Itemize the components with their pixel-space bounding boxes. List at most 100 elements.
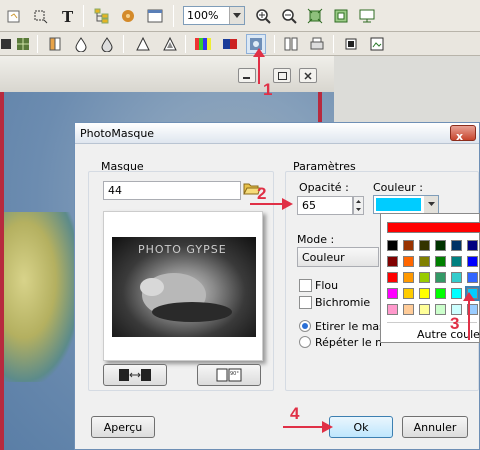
color-swatch[interactable] [419, 272, 430, 283]
couleur-select[interactable] [373, 195, 439, 214]
frog-image [0, 212, 80, 382]
swap-mask-button[interactable] [103, 364, 167, 386]
color-swatch[interactable] [387, 304, 398, 315]
repeter-label: Répéter le masque [315, 336, 381, 349]
zoom-out-icon[interactable] [279, 6, 299, 26]
color-swatch[interactable] [419, 240, 430, 251]
mask-preview-image: PHOTO GYPSE [112, 237, 256, 337]
opacite-stepper[interactable] [353, 196, 364, 215]
ok-button[interactable]: Ok [329, 416, 393, 438]
flou-checkbox[interactable] [299, 279, 312, 292]
color-swatch[interactable] [419, 288, 430, 299]
rgb-icon[interactable] [220, 34, 240, 54]
repeter-radio[interactable] [299, 336, 311, 348]
bichromie-checkbox[interactable] [299, 296, 312, 309]
color-swatch[interactable] [403, 288, 414, 299]
selected-color-swatch [376, 198, 421, 211]
print-icon[interactable] [307, 34, 327, 54]
plugin-icon[interactable] [118, 6, 138, 26]
color-swatch[interactable] [467, 256, 478, 267]
color-swatch[interactable] [403, 304, 414, 315]
zoom-in-icon[interactable] [253, 6, 273, 26]
arrowhead-icon [253, 48, 265, 57]
fit-icon[interactable] [305, 6, 325, 26]
mode-value: Couleur [302, 251, 345, 264]
triangle-icon[interactable] [133, 34, 153, 54]
mask-number-input[interactable]: 44 [103, 181, 241, 200]
secondary-toolbar [0, 32, 480, 56]
arrowhead-icon [463, 292, 475, 301]
image-window-titlebar [0, 56, 334, 92]
display-icon[interactable] [357, 6, 377, 26]
mosaic-icon[interactable] [13, 34, 33, 54]
couleur-label: Couleur : [373, 181, 423, 194]
annuler-button[interactable]: Annuler [402, 416, 468, 438]
color-swatch[interactable] [451, 256, 462, 267]
color-swatch[interactable] [467, 240, 478, 251]
chevron-down-icon[interactable] [229, 7, 244, 24]
color-swatch[interactable] [435, 240, 446, 251]
crop-icon[interactable] [30, 6, 50, 26]
flou-label: Flou [315, 279, 339, 292]
drop-outline-icon[interactable] [97, 34, 117, 54]
arrowhead-icon [322, 421, 333, 433]
export-icon[interactable] [341, 34, 361, 54]
svg-text:90°: 90° [230, 371, 239, 377]
apercu-button[interactable]: Aperçu [91, 416, 155, 438]
frame-icon[interactable] [281, 34, 301, 54]
annotation-number-3: 3 [450, 314, 460, 333]
color-palette-popup: Autre couleur [380, 213, 480, 343]
flip-icon[interactable] [45, 34, 65, 54]
color-swatch[interactable] [403, 240, 414, 251]
opacite-input[interactable]: 65 [297, 196, 353, 215]
color-swatch[interactable] [451, 240, 462, 251]
color-swatch[interactable] [451, 272, 462, 283]
rotate-mask-button[interactable]: 90° [197, 364, 261, 386]
close-window-icon[interactable] [299, 68, 317, 83]
color-swatch[interactable] [419, 304, 430, 315]
etirer-radio[interactable] [299, 320, 311, 332]
window-icon[interactable] [145, 6, 165, 26]
color-swatch[interactable] [387, 272, 398, 283]
palette-top-color[interactable] [387, 222, 480, 233]
autre-couleur-label[interactable]: Autre couleur [417, 328, 480, 341]
bichromie-label: Bichromie [315, 296, 371, 309]
save-icon[interactable] [367, 34, 387, 54]
close-button[interactable]: x [450, 125, 476, 143]
annotation-number-2: 2 [257, 184, 267, 203]
zoom-select[interactable]: 100% [183, 6, 245, 25]
color-swatch[interactable] [435, 304, 446, 315]
text-icon[interactable]: T [57, 6, 77, 26]
hierarchy-icon[interactable] [92, 6, 112, 26]
color-swatch[interactable] [419, 256, 430, 267]
dialog-titlebar: PhotoMasque x [75, 123, 479, 144]
color-swatch[interactable] [387, 256, 398, 267]
main-toolbar: T 100% [0, 0, 480, 32]
color-bars-icon[interactable] [193, 34, 213, 54]
drop-icon[interactable] [71, 34, 91, 54]
etirer-label: Etirer le masque [315, 320, 381, 333]
arrowhead-icon [282, 198, 293, 210]
annotation-arrow-3 [468, 300, 470, 340]
fullscreen-icon[interactable] [331, 6, 351, 26]
color-swatch[interactable] [435, 272, 446, 283]
mode-select[interactable]: Couleur [297, 247, 379, 267]
triangle-outline-icon[interactable] [160, 34, 180, 54]
color-swatch[interactable] [403, 272, 414, 283]
annotation-arrow-4 [283, 426, 323, 428]
color-swatch[interactable] [467, 272, 478, 283]
annotation-arrow-2 [250, 203, 284, 205]
color-swatch[interactable] [451, 288, 462, 299]
chevron-down-icon[interactable] [424, 196, 438, 213]
opacite-label: Opacité : [299, 181, 349, 194]
color-swatch[interactable] [403, 256, 414, 267]
color-swatch[interactable] [435, 288, 446, 299]
color-swatch[interactable] [387, 240, 398, 251]
open-icon[interactable] [4, 6, 24, 26]
color-swatch[interactable] [435, 256, 446, 267]
color-swatch[interactable] [387, 288, 398, 299]
mode-label: Mode : [297, 233, 335, 246]
annotation-number-1: 1 [263, 80, 273, 99]
maximize-icon[interactable] [273, 68, 291, 83]
minimize-icon[interactable] [238, 68, 256, 83]
